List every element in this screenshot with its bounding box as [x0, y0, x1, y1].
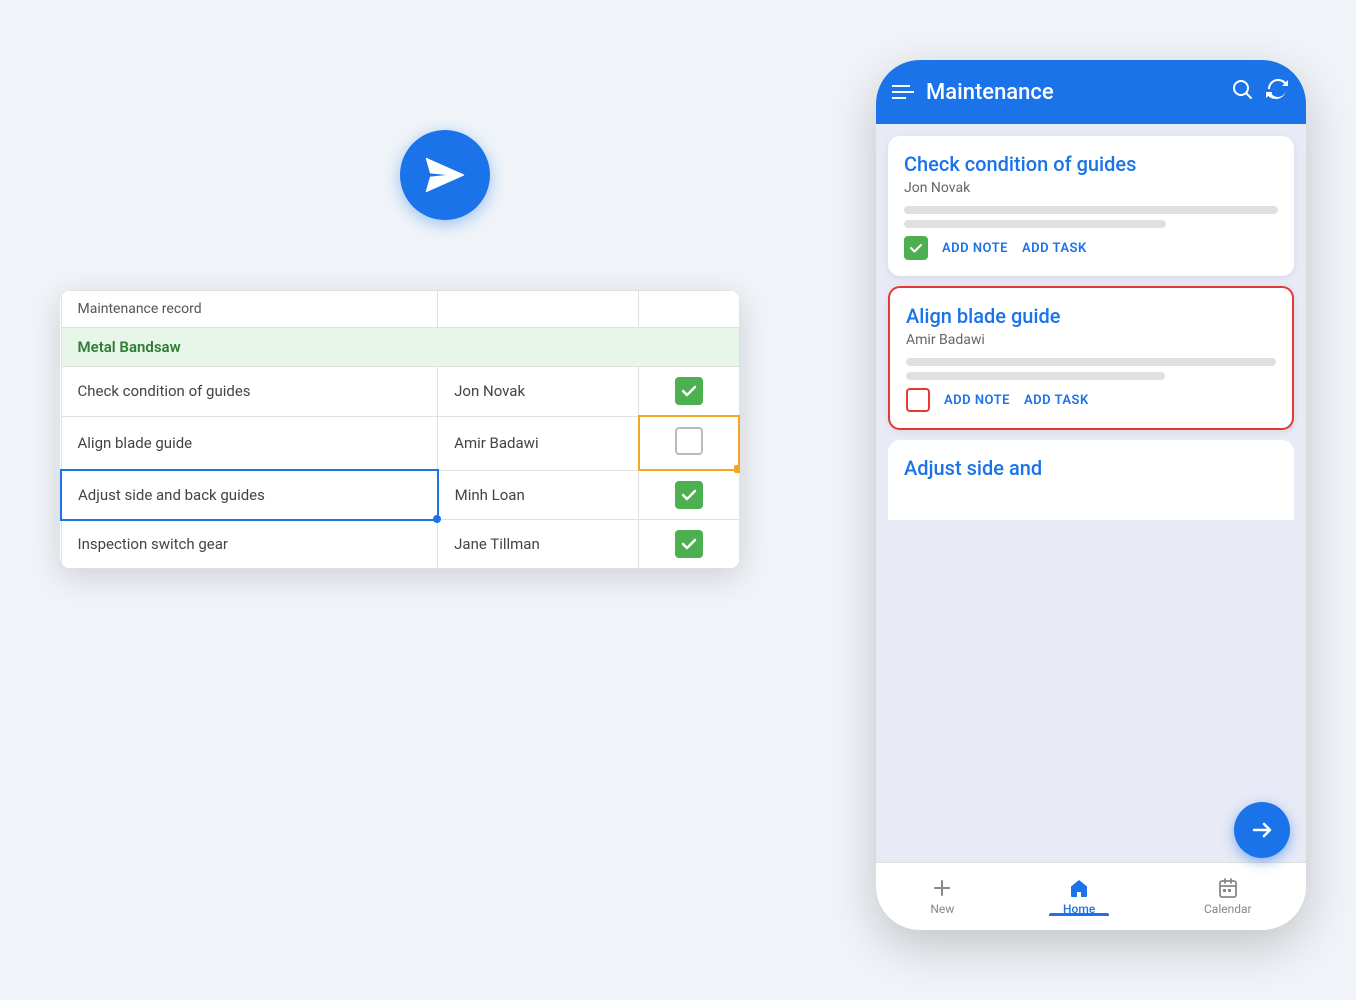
- card-checkbox-unchecked[interactable]: [906, 388, 930, 412]
- card-title: Align blade guide: [906, 304, 1276, 328]
- nav-item-home[interactable]: Home: [1063, 877, 1095, 916]
- spreadsheet-panel: Maintenance record Metal Bandsaw Check c…: [60, 290, 740, 569]
- card-line-1: [906, 358, 1276, 366]
- card-actions: ADD NOTE ADD TASK: [904, 236, 1278, 260]
- plus-icon: [931, 877, 953, 899]
- task-cell: Align blade guide: [61, 416, 438, 470]
- check-cell-selected[interactable]: [639, 416, 739, 470]
- card-partial-adjust: Adjust side and: [888, 440, 1294, 520]
- add-task-button[interactable]: ADD TASK: [1022, 241, 1087, 256]
- person-cell: Jane Tillman: [438, 520, 639, 569]
- table-row: Inspection switch gear Jane Tillman: [61, 520, 739, 569]
- nav-item-calendar[interactable]: Calendar: [1204, 877, 1252, 916]
- card-line-2: [906, 372, 1165, 380]
- search-icon[interactable]: [1230, 77, 1254, 107]
- header-col-check: [639, 291, 739, 328]
- header-row: Maintenance record: [61, 291, 739, 328]
- phone-content: Check condition of guides Jon Novak ADD …: [876, 124, 1306, 862]
- check-green-icon: [675, 530, 703, 558]
- table-row: Align blade guide Amir Badawi: [61, 416, 739, 470]
- nav-label-calendar: Calendar: [1204, 902, 1252, 916]
- group-label: Metal Bandsaw: [61, 328, 739, 367]
- check-green-icon: [675, 377, 703, 405]
- person-cell: Amir Badawi: [438, 416, 639, 470]
- header-col-person: [438, 291, 639, 328]
- group-header-row: Metal Bandsaw: [61, 328, 739, 367]
- phone-frame: Maintenance Check condition of guides Jo…: [876, 60, 1306, 930]
- check-cell[interactable]: [639, 520, 739, 569]
- add-note-button[interactable]: ADD NOTE: [942, 241, 1008, 256]
- hamburger-menu-icon[interactable]: [892, 85, 914, 99]
- card-title: Check condition of guides: [904, 152, 1278, 176]
- check-green-icon: [675, 481, 703, 509]
- app-bar: Maintenance: [876, 60, 1306, 124]
- card-person: Amir Badawi: [906, 332, 1276, 348]
- card-checkbox-checked[interactable]: [904, 236, 928, 260]
- card-line-2: [904, 220, 1166, 228]
- add-note-button[interactable]: ADD NOTE: [944, 393, 1010, 408]
- table-row: Check condition of guides Jon Novak: [61, 367, 739, 417]
- card-actions: ADD NOTE ADD TASK: [906, 388, 1276, 412]
- task-cell: Inspection switch gear: [61, 520, 438, 569]
- home-icon: [1068, 877, 1090, 899]
- card-check-condition[interactable]: Check condition of guides Jon Novak ADD …: [888, 136, 1294, 276]
- nav-active-indicator: [1049, 913, 1109, 916]
- header-col-task: Maintenance record: [61, 291, 438, 328]
- app-bar-title: Maintenance: [926, 80, 1218, 105]
- nav-item-new[interactable]: New: [930, 877, 954, 916]
- table-row-selected: Adjust side and back guides Minh Loan: [61, 470, 739, 520]
- spreadsheet-table: Maintenance record Metal Bandsaw Check c…: [60, 290, 740, 569]
- card-line-1: [904, 206, 1278, 214]
- paper-plane-icon: [400, 130, 490, 220]
- person-cell: Jon Novak: [438, 367, 639, 417]
- task-cell: Check condition of guides: [61, 367, 438, 417]
- card-title-partial: Adjust side and: [904, 456, 1278, 480]
- task-cell-selected: Adjust side and back guides: [61, 470, 438, 520]
- check-empty-icon: [675, 427, 703, 455]
- fab-export-button[interactable]: [1234, 802, 1290, 858]
- check-cell[interactable]: [639, 470, 739, 520]
- card-person: Jon Novak: [904, 180, 1278, 196]
- calendar-icon: [1217, 877, 1239, 899]
- check-cell[interactable]: [639, 367, 739, 417]
- bottom-nav: New Home Calendar: [876, 862, 1306, 930]
- add-task-button[interactable]: ADD TASK: [1024, 393, 1089, 408]
- person-cell: Minh Loan: [438, 470, 639, 520]
- refresh-icon[interactable]: [1266, 77, 1290, 107]
- card-align-blade[interactable]: Align blade guide Amir Badawi ADD NOTE A…: [888, 286, 1294, 430]
- nav-label-new: New: [930, 902, 954, 916]
